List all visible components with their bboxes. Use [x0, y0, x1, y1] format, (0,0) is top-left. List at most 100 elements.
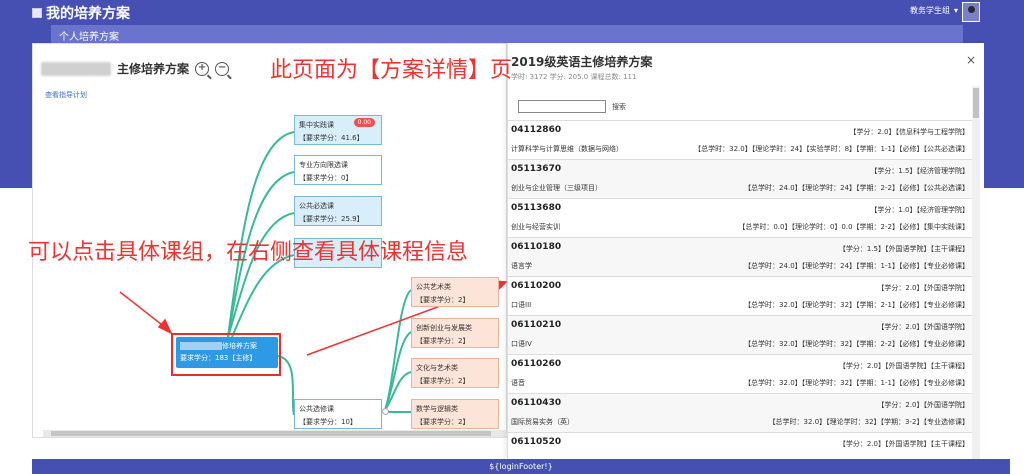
footer: ${loginFooter!} [32, 459, 1010, 474]
course-code: 06110180 [511, 242, 562, 252]
node-requirement: 【要求学分：10】 [299, 418, 357, 426]
detail-title: 2019级英语主修培养方案 [511, 55, 653, 69]
course-tag1: 【学分：1.0】【经济管理学院】 [870, 206, 969, 214]
node-name: 公共艺术类 [416, 283, 451, 291]
course-list: 04112860 【学分：2.0】【信息科学与工程学院】计算科学与计算思维（数据与… [508, 120, 972, 458]
vertical-scrollbar[interactable] [972, 86, 980, 474]
node-name: 数学与逻辑类 [416, 405, 458, 413]
mindmap-node[interactable]: 公共艺术类 【要求学分：2】 [411, 277, 499, 307]
mindmap-node[interactable]: 数学与逻辑类 【要求学分：2】 [411, 399, 499, 429]
course-row[interactable]: 06110520 【学分：2.0】【外国语学院】【主干课程】 [508, 432, 972, 458]
course-code: 06110430 [511, 398, 562, 408]
node-name: 创新创业与发展类 [416, 324, 472, 332]
node-name: 公共必选课 [299, 202, 334, 210]
node-requirement: 【要求学分：2】 [416, 296, 470, 304]
course-row[interactable]: 05113670 【学分：1.5】【经济管理学院】创业与企业管理（三级项目） 【总学… [508, 159, 972, 198]
course-code: 05113680 [511, 203, 562, 213]
search-input[interactable] [518, 100, 606, 113]
course-name: 口语III [511, 301, 532, 309]
node-requirement: 【要求学分：0】 [299, 174, 353, 182]
course-code: 06110260 [511, 359, 562, 369]
course-row[interactable]: 06110210 【学分：2.0】【外国语学院】口语IV 【总学时：32.0】【理论… [508, 315, 972, 354]
course-code: 06110210 [511, 320, 562, 330]
node-name: 文化与艺术类 [416, 364, 458, 372]
course-tag2: 【总学时：32.0】【理论学时：24】【实验学时：8】【学期：1-1】【必修】【… [694, 145, 969, 153]
caret-down-icon: ▾ [953, 6, 958, 15]
view-guidance-link[interactable]: 查看指导计划 [45, 90, 87, 100]
course-row[interactable]: 04112860 【学分：2.0】【信息科学与工程学院】计算科学与计算思维（数据与… [508, 120, 972, 159]
footer-text: ${loginFooter!} [489, 462, 553, 471]
course-tag2: 【总学时：32.0】【理论学时：32】【学期：2-1】【必修】【专业必修课】 [744, 301, 969, 309]
course-row[interactable]: 05113680 【学分：1.0】【经济管理学院】创业与经营实训 【总学时：0.0】… [508, 198, 972, 237]
course-code: 04112860 [511, 125, 562, 135]
mindmap-node[interactable]: 创新创业与发展类 【要求学分：2】 [411, 318, 499, 348]
node-requirement: 【要求学分：25.9】 [299, 215, 364, 223]
node-name: 公共选修课 [299, 405, 334, 413]
course-tag1: 【学分：2.0】【外国语学院】 [877, 323, 969, 331]
blurred-name [41, 61, 111, 76]
mindmap-node[interactable]: 公共必选课 【要求学分：25.9】 [294, 196, 382, 226]
mindmap-node[interactable]: 文化与艺术类 【要求学分：2】 [411, 358, 499, 388]
course-tag1: 【学分：1.5】【外国语学院】【主干课程】 [838, 245, 969, 253]
course-code: 06110200 [511, 281, 562, 291]
node-requirement: 【要求学分：41.6】 [299, 134, 364, 142]
zoom-in-icon[interactable]: + [195, 61, 210, 76]
course-row[interactable]: 06110260 【学分：2.0】【外国语学院】【主干课程】语音 【总学时：32.0… [508, 354, 972, 393]
app-title-text: 我的培养方案 [46, 6, 130, 22]
course-row[interactable]: 06110180 【学分：1.5】【外国语学院】【主干课程】语言学 【总学时：24.… [508, 237, 972, 276]
app-title: 我的培养方案 [32, 3, 130, 23]
mindmap-node[interactable]: 专业方向限选课 【要求学分：0】 [294, 155, 382, 185]
horizontal-scrollbar[interactable] [43, 430, 507, 437]
course-name: 创业与企业管理（三级项目） [511, 184, 602, 192]
course-tag2: 【总学时：24.0】【理论学时：24】【学期：2-2】【必修】【公共必选课】 [744, 184, 969, 192]
blurred-name [180, 342, 222, 350]
plan-title-text: 主修培养方案 [117, 62, 190, 76]
course-name: 国际贸易实务（英） [511, 418, 574, 426]
close-icon[interactable]: × [966, 53, 976, 67]
course-tag2: 【总学时：32.0】【理论学时：32】【学期：3-2】【专业选修课】 [768, 418, 969, 426]
annotation-page-note: 此页面为【方案详情】页 [270, 58, 513, 83]
node-requirement: 【要求学分：2】 [416, 337, 470, 345]
course-name: 创业与经营实训 [511, 223, 560, 231]
avatar[interactable] [962, 2, 980, 22]
course-tag1: 【学分：2.0】【外国语学院】【主干课程】 [838, 440, 969, 448]
course-tag1: 【学分：2.0】【外国语学院】【主干课程】 [838, 362, 969, 370]
breadcrumb: 个人培养方案 [51, 25, 963, 43]
course-tag1: 【学分：2.0】【外国语学院】 [877, 284, 969, 292]
logo-icon [32, 8, 42, 18]
node-requirement: 【要求学分：2】 [416, 418, 470, 426]
credit-badge: 0.00 [353, 118, 375, 127]
course-row[interactable]: 06110200 【学分：2.0】【外国语学院】口语III 【总学时：32.0】【理… [508, 276, 972, 315]
search-button[interactable]: 搜索 [612, 102, 626, 112]
course-row[interactable]: 06110430 【学分：2.0】【外国语学院】国际贸易实务（英） 【总学时：32.… [508, 393, 972, 432]
detail-meta: 学时: 3172 学分: 205.0 课程总数: 111 [511, 73, 637, 81]
plan-detail-panel: 2019级英语主修培养方案 学时: 3172 学分: 205.0 课程总数: 1… [507, 43, 984, 474]
course-name: 口语IV [511, 340, 532, 348]
user-menu[interactable]: 教务学生组 ▾ [910, 5, 958, 16]
course-name: 语言学 [511, 262, 532, 270]
course-code: 06110520 [511, 437, 562, 447]
expand-toggle-icon[interactable] [382, 408, 389, 415]
course-name: 计算科学与计算思维（数据与网络） [511, 145, 623, 153]
user-name: 教务学生组 [909, 6, 950, 15]
zoom-out-icon[interactable]: − [215, 61, 230, 76]
course-tag2: 【总学时：24.0】【理论学时：24】【学期：1-1】【必修】【专业必修课】 [744, 262, 969, 270]
node-name: 专业方向限选课 [299, 161, 348, 169]
course-code: 05113670 [511, 164, 562, 174]
breadcrumb-label: 个人培养方案 [59, 32, 119, 43]
course-tag2: 【总学时：32.0】【理论学时：32】【学期：2-2】【必修】【专业必修课】 [744, 340, 969, 348]
course-tag1: 【学分：2.0】【外国语学院】 [877, 401, 969, 409]
node-requirement: 【要求学分：2】 [416, 377, 470, 385]
plan-title: 主修培养方案 + − [41, 60, 230, 77]
root-requirement: 要求学分：183【主修】 [180, 354, 257, 362]
course-name: 语音 [511, 379, 525, 387]
course-tag2: 【总学时：0.0】【理论学时：0】0.0【学期：2-2】【必修】【集中实践课】 [738, 223, 969, 231]
mindmap-node[interactable]: 集中实践课 【要求学分：41.6】 0.00 [294, 115, 382, 145]
mindmap-node[interactable]: 公共选修课 【要求学分：10】 [294, 399, 382, 429]
annotation-click-note: 可以点击具体课组，在右侧查看具体课程信息 [28, 240, 469, 265]
mindmap-root-node[interactable]: 修培养方案 要求学分：183【主修】 [176, 337, 278, 368]
course-tag1: 【学分：1.5】【经济管理学院】 [870, 167, 969, 175]
course-tag2: 【总学时：32.0】【理论学时：32】【学期：1-1】【必修】【专业必修课】 [744, 379, 969, 387]
root-title: 修培养方案 [222, 342, 257, 350]
course-tag1: 【学分：2.0】【信息科学与工程学院】 [849, 128, 969, 136]
